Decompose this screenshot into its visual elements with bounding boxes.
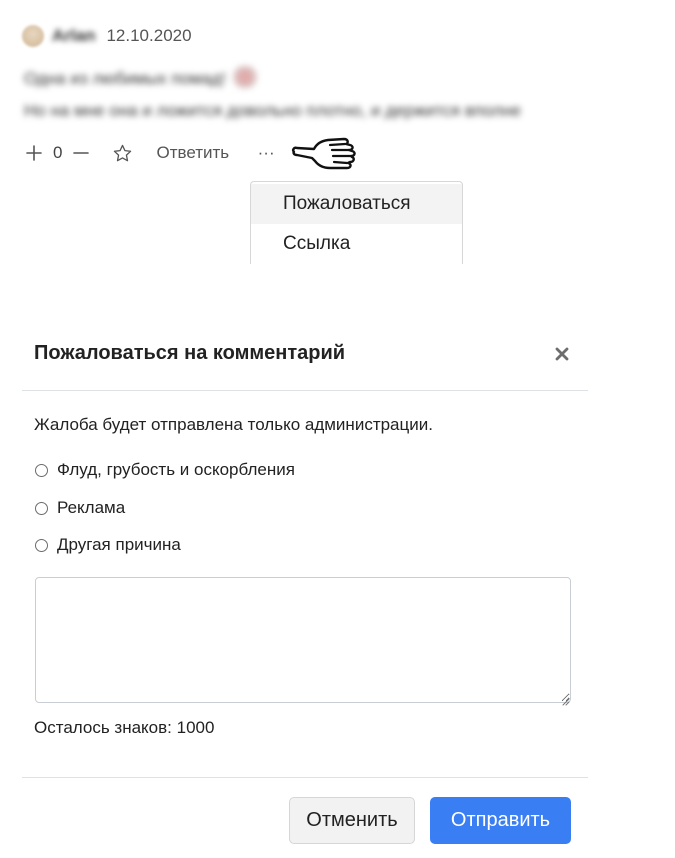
- reason-option-flood[interactable]: Флуд, грубость и оскорбления: [35, 459, 295, 481]
- report-modal: Пожаловаться на комментарий Жалоба будет…: [22, 322, 588, 858]
- submit-button[interactable]: Отправить: [430, 797, 571, 844]
- comment-date: 12.10.2020: [106, 26, 192, 45]
- comment-options-menu: Пожаловаться Ссылка: [250, 181, 463, 264]
- reason-option-other[interactable]: Другая причина: [35, 534, 181, 556]
- menu-item-report[interactable]: Пожаловаться: [251, 184, 462, 224]
- avatar[interactable]: [22, 25, 44, 47]
- comment: Arlan 12.10.2020 Одна из любимых помад! …: [0, 0, 675, 270]
- emoji-icon: [231, 66, 258, 88]
- reply-link[interactable]: Ответить: [156, 143, 229, 163]
- comment-author-row: Arlan 12.10.2020: [22, 24, 192, 48]
- radio-label: Флуд, грубость и оскорбления: [57, 460, 295, 479]
- modal-footer-divider: [22, 777, 588, 778]
- comment-text: Одна из любимых помад! Но на мне она и л…: [24, 63, 664, 127]
- author-name[interactable]: Arlan: [52, 26, 95, 46]
- minus-icon[interactable]: [71, 143, 91, 163]
- radio-button[interactable]: [35, 463, 48, 477]
- reason-option-ad[interactable]: Реклама: [35, 497, 125, 519]
- radio-button[interactable]: [35, 538, 48, 552]
- modal-header: Пожаловаться на комментарий: [22, 322, 588, 391]
- radio-label: Другая причина: [57, 535, 181, 554]
- cancel-button[interactable]: Отменить: [289, 797, 415, 844]
- plus-icon[interactable]: [24, 143, 44, 163]
- modal-title: Пожаловаться на комментарий: [34, 342, 346, 364]
- radio-button[interactable]: [35, 501, 48, 515]
- char-counter: Осталось знаков: 1000: [34, 718, 215, 737]
- modal-note: Жалоба будет отправлена только администр…: [34, 415, 433, 434]
- comment-actions: 0 Ответить ···: [24, 140, 275, 166]
- comment-text-line-2: Но на мне она и ложится довольно плотно,…: [24, 101, 521, 120]
- comment-text-line-1: Одна из любимых помад!: [24, 69, 226, 88]
- star-icon[interactable]: [111, 142, 133, 164]
- close-icon[interactable]: [553, 345, 571, 363]
- resize-handle-icon[interactable]: [561, 693, 570, 706]
- hand-cursor-icon: [290, 133, 360, 173]
- menu-item-link[interactable]: Ссылка: [251, 224, 462, 264]
- vote-score: 0: [53, 143, 63, 162]
- reason-textarea[interactable]: [35, 577, 571, 703]
- more-options-button[interactable]: ···: [257, 143, 275, 163]
- radio-label: Реклама: [57, 498, 126, 517]
